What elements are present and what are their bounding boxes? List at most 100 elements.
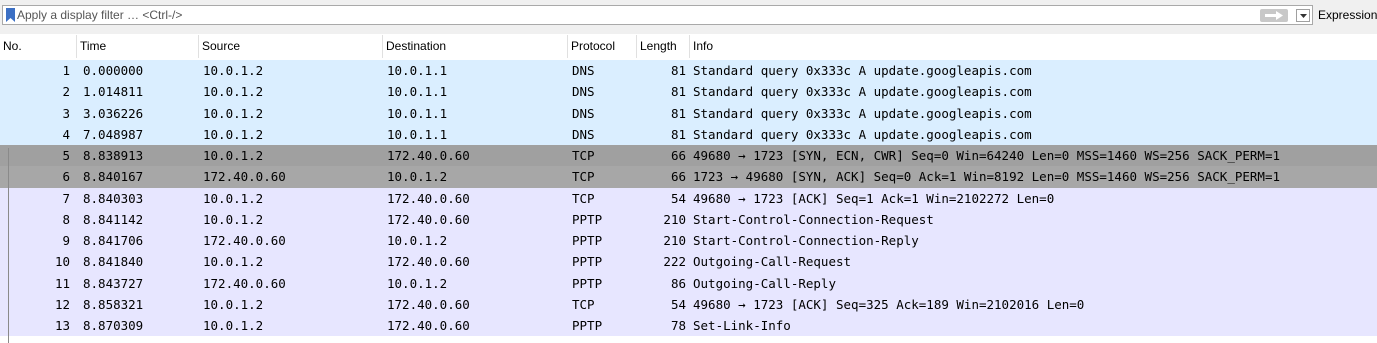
packet-row[interactable]: 13 8.870309 10.0.1.2 172.40.0.60 PPTP 78 Set-L… <box>0 315 1377 337</box>
packet-no-cell: 9 <box>62 233 70 248</box>
packet-row[interactable]: 9 8.841706 172.40.0.60 10.0.1.2 PPTP 210 Start… <box>0 230 1377 252</box>
packet-proto-cell: DNS <box>572 126 595 142</box>
packet-info-cell: Outgoing-Call-Request <box>693 254 852 270</box>
packet-dst-cell: 10.0.1.1 <box>387 84 448 100</box>
packet-dst-cell: 10.0.1.1 <box>387 126 448 142</box>
packet-len-cell: 210 <box>663 211 686 227</box>
packet-src-cell: 10.0.1.2 <box>203 63 264 78</box>
packet-len-cell: 66 <box>670 169 686 185</box>
packet-info-cell: Set-Link-Info <box>693 318 791 333</box>
packet-no-cell: 12 <box>54 296 70 312</box>
column-length[interactable]: Length <box>637 35 690 58</box>
packet-row[interactable]: 5 8.838913 10.0.1.2 172.40.0.60 TCP 66 49680 →… <box>0 145 1377 167</box>
display-filter-box[interactable] <box>2 5 1313 25</box>
packet-len-cell: 210 <box>663 233 686 248</box>
arrow-right-icon <box>1265 11 1283 20</box>
packet-proto-cell: PPTP <box>572 318 603 333</box>
packet-time-cell: 8.841706 <box>83 233 144 248</box>
display-filter-toolbar: Expression <box>0 0 1377 34</box>
packet-src-cell: 10.0.1.2 <box>203 84 264 100</box>
column-no[interactable]: No. <box>0 35 77 58</box>
packet-proto-cell: TCP <box>572 148 595 163</box>
packet-info-cell: Outgoing-Call-Reply <box>693 275 836 291</box>
packet-list-header: No. Time Source Destination Protocol Len… <box>0 35 1377 58</box>
packet-row[interactable]: 2 1.014811 10.0.1.2 10.0.1.1 DNS 81 Standard q… <box>0 81 1377 103</box>
packet-src-cell: 10.0.1.2 <box>203 318 264 333</box>
packet-src-cell: 172.40.0.60 <box>203 169 286 185</box>
filter-history-dropdown[interactable] <box>1296 9 1310 22</box>
packet-row[interactable]: 1 0.000000 10.0.1.2 10.0.1.1 DNS 81 Standard q… <box>0 60 1377 82</box>
column-source[interactable]: Source <box>199 35 383 58</box>
conversation-tree-line <box>8 148 9 343</box>
packet-no-cell: 13 <box>54 318 70 333</box>
packet-time-cell: 3.036226 <box>83 105 144 121</box>
expression-button[interactable]: Expression <box>1318 8 1377 22</box>
packet-row[interactable]: 4 7.048987 10.0.1.2 10.0.1.1 DNS 81 Standard q… <box>0 123 1377 145</box>
packet-info-cell: Standard query 0x333c A update.googleapi… <box>693 84 1032 100</box>
packet-row[interactable]: 11 8.843727 172.40.0.60 10.0.1.2 PPTP 86 Outgo… <box>0 272 1377 294</box>
display-filter-input[interactable] <box>17 8 1247 22</box>
packet-src-cell: 10.0.1.2 <box>203 296 264 312</box>
packet-src-cell: 172.40.0.60 <box>203 233 286 248</box>
packet-src-cell: 10.0.1.2 <box>203 126 264 142</box>
column-destination[interactable]: Destination <box>383 35 568 58</box>
packet-proto-cell: DNS <box>572 63 595 78</box>
packet-row[interactable]: 12 8.858321 10.0.1.2 172.40.0.60 TCP 54 49680 … <box>0 293 1377 315</box>
packet-no-cell: 7 <box>62 190 70 206</box>
packet-proto-cell: PPTP <box>572 275 603 291</box>
packet-src-cell: 10.0.1.2 <box>203 211 264 227</box>
packet-dst-cell: 172.40.0.60 <box>387 211 470 227</box>
packet-info-cell: 49680 → 1723 [ACK] Seq=325 Ack=189 Win=2… <box>693 296 1085 312</box>
packet-proto-cell: TCP <box>572 296 595 312</box>
packet-info-cell: 1723 → 49680 [SYN, ACK] Seq=0 Ack=1 Win=… <box>693 169 1280 185</box>
packet-row[interactable]: 7 8.840303 10.0.1.2 172.40.0.60 TCP 54 49680 →… <box>0 187 1377 209</box>
packet-info-cell: 49680 → 1723 [SYN, ECN, CWR] Seq=0 Win=6… <box>693 148 1280 163</box>
packet-info-cell: 49680 → 1723 [ACK] Seq=1 Ack=1 Win=21022… <box>693 190 1055 206</box>
packet-src-cell: 10.0.1.2 <box>203 254 264 270</box>
packet-time-cell: 1.014811 <box>83 84 144 100</box>
packet-row[interactable]: 10 8.841840 10.0.1.2 172.40.0.60 PPTP 222 Outg… <box>0 251 1377 273</box>
packet-proto-cell: PPTP <box>572 211 603 227</box>
packet-len-cell: 81 <box>670 63 686 78</box>
packet-no-cell: 6 <box>62 169 70 185</box>
chevron-down-icon <box>1299 13 1307 18</box>
packet-len-cell: 78 <box>670 318 686 333</box>
packet-proto-cell: PPTP <box>572 233 603 248</box>
packet-src-cell: 10.0.1.2 <box>203 148 264 163</box>
packet-row[interactable]: 6 8.840167 172.40.0.60 10.0.1.2 TCP 66 1723 → … <box>0 166 1377 188</box>
packet-row[interactable]: 8 8.841142 10.0.1.2 172.40.0.60 PPTP 210 Start… <box>0 208 1377 230</box>
packet-dst-cell: 10.0.1.1 <box>387 63 448 78</box>
bookmark-icon[interactable] <box>6 8 15 22</box>
apply-filter-button[interactable] <box>1260 9 1288 22</box>
packet-info-cell: Standard query 0x333c A update.googleapi… <box>693 126 1032 142</box>
packet-no-cell: 11 <box>54 275 70 291</box>
packet-dst-cell: 10.0.1.2 <box>387 169 448 185</box>
packet-len-cell: 54 <box>670 190 686 206</box>
packet-info-cell: Standard query 0x333c A update.googleapi… <box>693 105 1032 121</box>
packet-dst-cell: 172.40.0.60 <box>387 190 470 206</box>
packet-proto-cell: TCP <box>572 169 595 185</box>
packet-dst-cell: 172.40.0.60 <box>387 148 470 163</box>
packet-len-cell: 81 <box>670 105 686 121</box>
packet-src-cell: 10.0.1.2 <box>203 190 264 206</box>
packet-row[interactable]: 3 3.036226 10.0.1.2 10.0.1.1 DNS 81 Standard q… <box>0 102 1377 124</box>
packet-time-cell: 8.843727 <box>83 275 144 291</box>
packet-no-cell: 5 <box>62 148 70 163</box>
column-protocol[interactable]: Protocol <box>568 35 637 58</box>
packet-no-cell: 3 <box>62 105 70 121</box>
packet-time-cell: 8.838913 <box>83 148 144 163</box>
packet-info-cell: Standard query 0x333c A update.googleapi… <box>693 63 1032 78</box>
column-time[interactable]: Time <box>77 35 199 58</box>
packet-time-cell: 8.858321 <box>83 296 144 312</box>
packet-dst-cell: 172.40.0.60 <box>387 318 470 333</box>
packet-src-cell: 172.40.0.60 <box>203 275 286 291</box>
packet-no-cell: 10 <box>54 254 70 270</box>
packet-dst-cell: 172.40.0.60 <box>387 254 470 270</box>
packet-dst-cell: 10.0.1.2 <box>387 275 448 291</box>
packet-info-cell: Start-Control-Connection-Request <box>693 211 934 227</box>
column-info[interactable]: Info <box>690 35 1377 58</box>
packet-len-cell: 54 <box>670 296 686 312</box>
packet-time-cell: 8.870309 <box>83 318 144 333</box>
packet-time-cell: 8.840167 <box>83 169 144 185</box>
packet-len-cell: 81 <box>670 84 686 100</box>
